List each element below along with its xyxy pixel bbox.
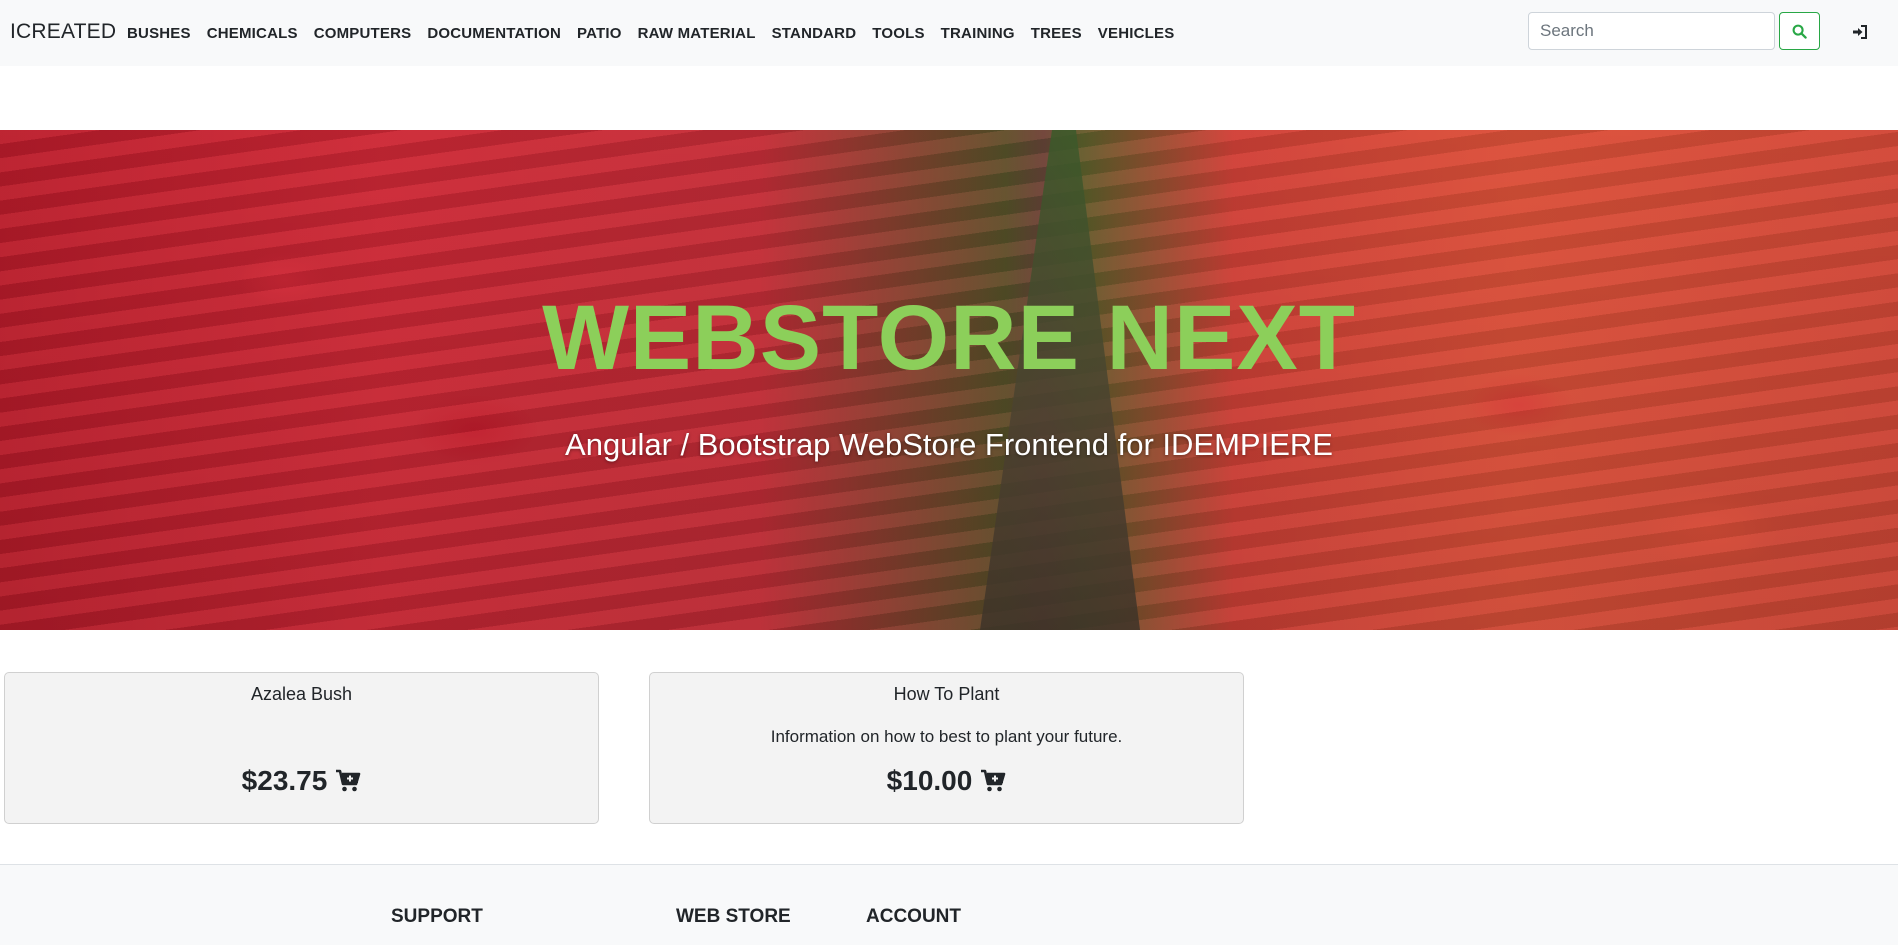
- login-button[interactable]: [1846, 18, 1874, 46]
- top-navbar: ICREATED BUSHES CHEMICALS COMPUTERS DOCU…: [0, 0, 1898, 66]
- product-name[interactable]: How To Plant: [650, 684, 1243, 705]
- product-price-row: $10.00: [650, 765, 1243, 797]
- nav-item-bushes[interactable]: BUSHES: [119, 25, 199, 42]
- cart-plus-icon: [336, 769, 361, 792]
- footer: SUPPORT WEB STORE ACCOUNT: [0, 865, 1898, 945]
- add-to-cart-button[interactable]: [335, 769, 361, 793]
- hero-banner: WEBSTORE NEXT Angular / Bootstrap WebSto…: [0, 130, 1898, 630]
- category-nav: BUSHES CHEMICALS COMPUTERS DOCUMENTATION…: [119, 0, 1182, 66]
- search-button[interactable]: [1779, 12, 1820, 50]
- nav-item-documentation[interactable]: DOCUMENTATION: [419, 25, 569, 42]
- hero-subtitle: Angular / Bootstrap WebStore Frontend fo…: [565, 427, 1333, 462]
- sign-in-icon: [1853, 25, 1867, 39]
- nav-item-trees[interactable]: TREES: [1023, 25, 1090, 42]
- nav-item-tools[interactable]: TOOLS: [864, 25, 932, 42]
- search-input[interactable]: [1528, 12, 1775, 50]
- product-name[interactable]: Azalea Bush: [5, 684, 598, 705]
- search-icon: [1792, 24, 1807, 39]
- nav-item-training[interactable]: TRAINING: [933, 25, 1023, 42]
- nav-item-chemicals[interactable]: CHEMICALS: [199, 25, 306, 42]
- footer-heading-account: ACCOUNT: [866, 906, 961, 927]
- nav-item-standard[interactable]: STANDARD: [764, 25, 865, 42]
- brand-logo[interactable]: ICREATED: [10, 20, 116, 44]
- product-price: $10.00: [886, 765, 973, 796]
- cart-plus-icon: [981, 769, 1006, 792]
- product-description: Information on how to best to plant your…: [770, 727, 1123, 746]
- add-to-cart-button[interactable]: [980, 769, 1006, 793]
- footer-heading-support: SUPPORT: [391, 906, 483, 927]
- product-card[interactable]: How To Plant Information on how to best …: [649, 672, 1244, 824]
- hero-title: WEBSTORE NEXT: [542, 287, 1356, 389]
- product-price-row: $23.75: [5, 765, 598, 797]
- nav-item-computers[interactable]: COMPUTERS: [306, 25, 420, 42]
- nav-item-vehicles[interactable]: VEHICLES: [1090, 25, 1183, 42]
- product-price: $23.75: [241, 765, 328, 796]
- footer-heading-web-store: WEB STORE: [676, 906, 791, 927]
- nav-item-raw-material[interactable]: RAW MATERIAL: [630, 25, 764, 42]
- nav-item-patio[interactable]: PATIO: [569, 25, 630, 42]
- product-card[interactable]: Azalea Bush $23.75: [4, 672, 599, 824]
